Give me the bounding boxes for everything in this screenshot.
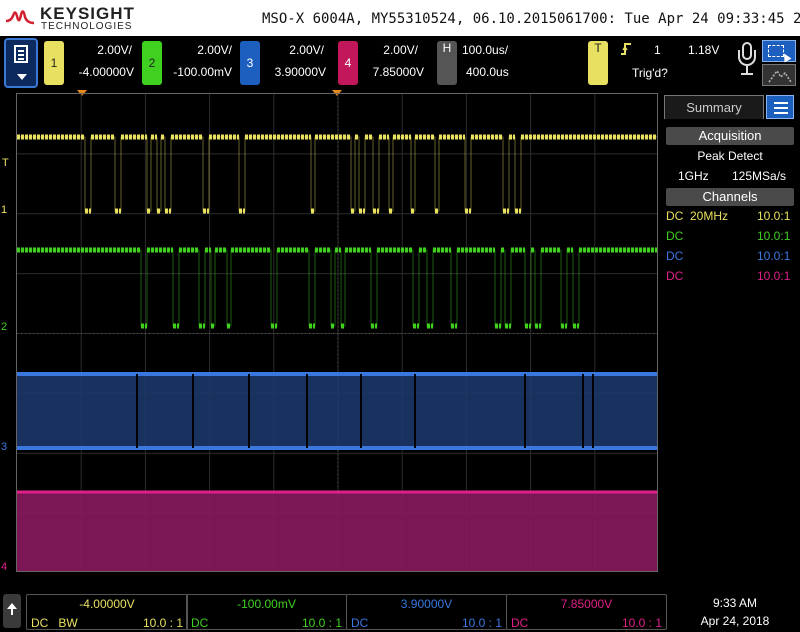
bw-limit: BW (58, 616, 78, 630)
zoom-icon (768, 69, 792, 83)
summary-panel: Summary Acquisition Peak Detect 1GHz 125… (660, 93, 800, 572)
clock-date: Apr 24, 2018 (700, 614, 770, 628)
bandwidth-limit: 20MHz (690, 209, 729, 223)
pointer-icon (780, 51, 792, 63)
expand-button[interactable] (3, 594, 21, 628)
main-menu-button[interactable] (4, 38, 38, 88)
trigger-tab[interactable]: T (588, 41, 608, 85)
time-scale[interactable]: 100.0us/ (462, 43, 508, 57)
keysight-logo: KEYSIGHT TECHNOLOGIES (6, 3, 136, 33)
channel-2-ground-marker[interactable]: 2 (1, 321, 7, 333)
channel-3-coupling-readout: DC (351, 616, 369, 630)
channel-1-tab[interactable]: 1 (44, 41, 64, 85)
summary-tab[interactable]: Summary (664, 95, 764, 119)
list-menu-button[interactable] (766, 95, 794, 119)
channel-1-coupling-readout: DC BW (31, 616, 78, 630)
waveform-canvas (17, 94, 657, 571)
channel-4-envelope (17, 492, 657, 571)
channel-4-ground-marker[interactable]: 4 (1, 561, 7, 573)
microphone-icon[interactable] (738, 42, 756, 78)
channel-3-envelope (17, 372, 657, 448)
trigger-status: Trig'd? (632, 66, 668, 80)
channel-1-probe-readout: 10.0 : 1 (142, 616, 183, 630)
touch-select-button[interactable] (762, 40, 796, 63)
channel-4-coupling-readout: DC (511, 616, 529, 630)
channel-3-status[interactable]: 3.90000V DC 10.0 : 1 (346, 594, 507, 630)
channel-2-offset-readout: -100.00mV (237, 597, 296, 611)
brand-subtitle: TECHNOLOGIES (41, 21, 133, 32)
time-delay[interactable]: 400.0us (466, 65, 509, 79)
channel-2-tab[interactable]: 2 (142, 41, 162, 85)
coupling: DC (666, 209, 684, 223)
channel-3-probe-readout: 10.0 : 1 (461, 616, 502, 630)
channel-1-offset-readout: -4.00000V (79, 597, 135, 611)
instrument-info: MSO-X 6004A, MY55310524, 06.10.201506170… (262, 11, 800, 27)
acquisition-mode: Peak Detect (697, 149, 763, 163)
channel-2-status[interactable]: -100.00mV DC 10.0 : 1 (186, 594, 347, 630)
horizontal-tab[interactable]: H (437, 41, 457, 85)
channel-4-probe-readout: 10.0 : 1 (621, 616, 662, 630)
channel-1-status[interactable]: -4.00000V DC BW 10.0 : 1 (26, 594, 188, 630)
probe-ratio: 10.0:1 (757, 249, 791, 263)
coupling: DC (666, 229, 684, 243)
channel-1-scale: 2.00V/ (97, 43, 132, 57)
probe-ratio: 10.0:1 (757, 269, 791, 283)
coupling: DC (666, 269, 684, 283)
channel-3-ground-marker[interactable]: 3 (1, 441, 7, 453)
clock-time: 9:33 AM (712, 596, 758, 610)
channel-4-scale: 2.00V/ (383, 43, 418, 57)
probe-ratio: 10.0:1 (757, 209, 791, 223)
bandwidth-rate: 1GHz (678, 169, 709, 183)
trigger-source: 1 (654, 43, 661, 57)
channel-2-coupling-readout: DC (191, 616, 209, 630)
channel-1-ground-marker[interactable]: 1 (1, 204, 7, 216)
channel-2-control[interactable]: 2 2.00V/ -100.00mV (142, 41, 236, 85)
title-bar: KEYSIGHT TECHNOLOGIES MSO-X 6004A, MY553… (0, 0, 800, 36)
channel-4-tab[interactable]: 4 (338, 41, 358, 85)
channel-2-offset: -100.00mV (173, 65, 232, 79)
channel-2-scale: 2.00V/ (197, 43, 232, 57)
channel-3-offset-readout: 3.90000V (400, 597, 453, 611)
trigger-level: 1.18V (688, 43, 720, 57)
sample-rate: 125MSa/s (732, 169, 787, 183)
coupling: DC (666, 249, 684, 263)
channel-status-bar: -4.00000V DC BW 10.0 : 1 -100.00mV DC 10… (0, 590, 800, 632)
waveform-display[interactable] (16, 93, 658, 572)
channel-4-control[interactable]: 4 2.00V/ 7.85000V (338, 41, 430, 85)
channel-4-offset: 7.85000V (372, 65, 424, 79)
zoom-button[interactable] (762, 64, 796, 86)
channel-4-offset-readout: 7.85000V (560, 597, 613, 611)
channel-3-control[interactable]: 3 2.00V/ 3.90000V (240, 41, 332, 85)
channels-header: Channels (666, 188, 794, 206)
channel-4-status[interactable]: 7.85000V DC 10.0 : 1 (506, 594, 667, 630)
channel-3-tab[interactable]: 3 (240, 41, 260, 85)
trigger-level-marker[interactable]: T (2, 157, 9, 169)
rising-edge-icon (620, 42, 632, 59)
document-icon (14, 45, 28, 63)
channel-3-scale: 2.00V/ (289, 43, 324, 57)
control-bar: 1 2.00V/ -4.00000V 2 2.00V/ -100.00mV 3 … (0, 36, 800, 90)
channel-1-control[interactable]: 1 2.00V/ -4.00000V (44, 41, 136, 85)
channel-1-offset: -4.00000V (78, 65, 134, 79)
chevron-down-icon (17, 74, 27, 80)
channel-2-probe-readout: 10.0 : 1 (301, 616, 342, 630)
probe-ratio: 10.0:1 (757, 229, 791, 243)
coupling: DC (31, 616, 49, 630)
channel-3-offset: 3.90000V (274, 65, 326, 79)
acquisition-header: Acquisition (666, 127, 794, 145)
